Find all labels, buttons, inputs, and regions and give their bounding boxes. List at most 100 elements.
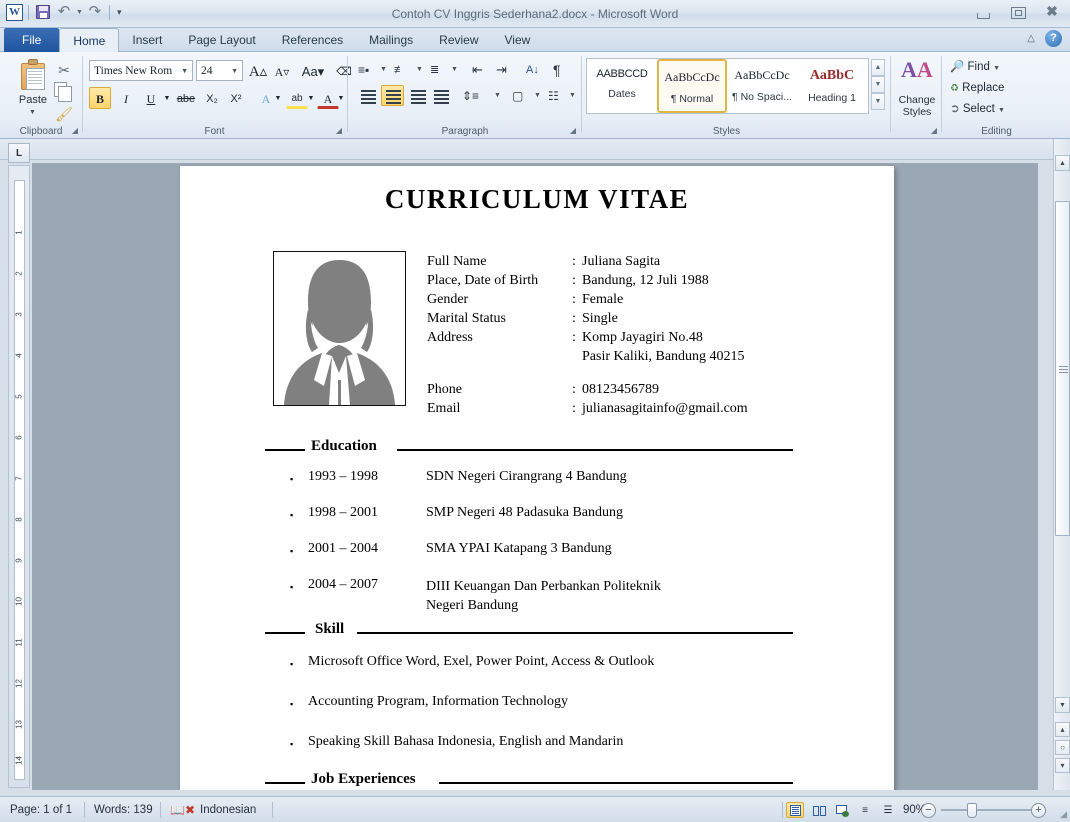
clipboard-dialog-launcher[interactable]: ◢: [70, 126, 80, 136]
select-button[interactable]: ➲ Select ▼: [950, 100, 1005, 118]
help-icon[interactable]: ?: [1045, 30, 1062, 47]
proofing-errors-icon[interactable]: 📖✖: [170, 797, 195, 822]
tab-file[interactable]: File: [4, 28, 60, 52]
line-spacing-dropdown-icon[interactable]: ▼: [494, 86, 504, 106]
scrollbar-thumb[interactable]: [1055, 201, 1070, 536]
scroll-up-button[interactable]: ▲: [1055, 155, 1070, 171]
customize-quick-access-icon[interactable]: ▾: [115, 7, 124, 18]
collapse-ribbon-icon[interactable]: △: [1027, 33, 1035, 44]
tab-insert[interactable]: Insert: [119, 28, 175, 52]
numbering-icon[interactable]: ≢: [394, 60, 415, 80]
style-item-heading-1[interactable]: AaBbC Heading 1: [797, 59, 867, 113]
outline-view-button[interactable]: ≡: [856, 802, 874, 818]
line-spacing-icon[interactable]: ⇕≡: [462, 86, 483, 106]
styles-scroll-up-icon[interactable]: ▲: [871, 59, 885, 76]
increase-indent-icon[interactable]: ⇥: [496, 60, 517, 80]
scroll-down-button[interactable]: ▼: [1055, 697, 1070, 713]
browse-object-button[interactable]: ○: [1055, 740, 1070, 755]
page-indicator[interactable]: Page: 1 of 1: [10, 797, 72, 822]
tab-references[interactable]: References: [269, 28, 356, 52]
bold-button[interactable]: B: [89, 87, 111, 109]
italic-button[interactable]: I: [115, 87, 137, 109]
zoom-in-button[interactable]: +: [1031, 803, 1046, 818]
multilevel-dropdown-icon[interactable]: ▼: [451, 60, 461, 80]
restore-button[interactable]: [1008, 4, 1028, 20]
next-page-button[interactable]: ▾: [1055, 758, 1070, 773]
find-button[interactable]: 🔎 Find ▼: [950, 58, 1000, 76]
text-effects-dropdown-icon[interactable]: ▼: [273, 87, 283, 109]
undo-icon[interactable]: ↶: [55, 3, 73, 21]
style-item-dates[interactable]: AABBCCD Dates: [587, 59, 657, 113]
numbering-dropdown-icon[interactable]: ▼: [416, 60, 426, 80]
font-name-input[interactable]: Times New Rom ▼: [89, 60, 193, 81]
tab-home[interactable]: Home: [59, 28, 120, 53]
paste-icon[interactable]: [18, 59, 48, 91]
replace-button[interactable]: ♻ Replace: [950, 79, 1004, 97]
sort-icon[interactable]: A↓: [526, 60, 547, 80]
borders-icon[interactable]: ☷: [548, 86, 569, 106]
language-indicator[interactable]: Indonesian: [200, 797, 256, 822]
align-left-icon[interactable]: [358, 86, 379, 106]
justify-icon[interactable]: [431, 86, 452, 106]
strikethrough-button[interactable]: abe: [175, 87, 197, 109]
paste-dropdown-icon[interactable]: ▼: [29, 109, 36, 116]
underline-dropdown-icon[interactable]: ▼: [162, 87, 172, 109]
grow-font-icon[interactable]: A▵: [247, 60, 269, 82]
superscript-button[interactable]: X²: [225, 87, 247, 109]
align-right-icon[interactable]: [408, 86, 429, 106]
styles-more-icon[interactable]: ▼: [871, 93, 885, 110]
paragraph-dialog-launcher[interactable]: ◢: [568, 126, 578, 136]
chevron-down-icon[interactable]: ▼: [231, 61, 238, 82]
tab-mailings[interactable]: Mailings: [356, 28, 426, 52]
font-size-input[interactable]: 24 ▼: [196, 60, 243, 81]
font-color-dropdown-icon[interactable]: ▼: [336, 87, 346, 109]
chevron-down-icon[interactable]: ▼: [181, 61, 188, 82]
cut-icon[interactable]: ✂: [54, 60, 74, 80]
highlight-icon[interactable]: ab: [286, 87, 308, 109]
tab-stop-selector[interactable]: L: [8, 143, 30, 163]
tab-view[interactable]: View: [492, 28, 544, 52]
shrink-font-icon[interactable]: A▿: [271, 60, 293, 82]
close-button[interactable]: ✖: [1042, 4, 1062, 20]
font-dialog-launcher[interactable]: ◢: [334, 126, 344, 136]
show-formatting-marks-icon[interactable]: ¶: [553, 60, 574, 80]
redo-icon[interactable]: ↷: [86, 3, 104, 21]
shading-dropdown-icon[interactable]: ▼: [534, 86, 544, 106]
select-dropdown-icon[interactable]: ▼: [998, 107, 1005, 114]
resize-grip[interactable]: ◢: [1060, 809, 1067, 820]
shading-icon[interactable]: ▢: [512, 86, 533, 106]
save-icon[interactable]: [34, 3, 52, 21]
zoom-slider-knob[interactable]: [967, 803, 977, 818]
highlight-dropdown-icon[interactable]: ▼: [306, 87, 316, 109]
document-canvas[interactable]: CURRICULUM VITAE Full Name: Juliana Sag…: [32, 163, 1038, 790]
format-painter-icon[interactable]: 🖌: [54, 104, 74, 124]
style-item-normal[interactable]: AaBbCcDc ¶ Normal: [657, 59, 727, 113]
copy-icon[interactable]: [54, 82, 74, 102]
borders-dropdown-icon[interactable]: ▼: [569, 86, 579, 106]
underline-button[interactable]: U: [140, 87, 162, 109]
full-screen-reading-view-button[interactable]: [810, 802, 828, 818]
word-logo-icon[interactable]: W: [6, 3, 23, 21]
bullets-icon[interactable]: ≡▪: [358, 60, 379, 80]
paste-button-label[interactable]: Paste: [10, 94, 56, 106]
vertical-ruler[interactable]: 1 2 3 4 5 6 7 8 9 10 11 12 13 14: [8, 165, 30, 788]
decrease-indent-icon[interactable]: ⇤: [472, 60, 493, 80]
tab-page-layout[interactable]: Page Layout: [175, 28, 268, 52]
undo-dropdown-icon[interactable]: ▼: [76, 9, 83, 16]
change-styles-dialog-launcher[interactable]: ◢: [929, 126, 939, 136]
multilevel-list-icon[interactable]: ≣: [430, 60, 451, 80]
tab-review[interactable]: Review: [426, 28, 491, 52]
photo-placeholder[interactable]: [273, 251, 406, 406]
web-layout-view-button[interactable]: [833, 802, 851, 818]
print-layout-view-button[interactable]: [786, 802, 804, 818]
change-styles-icon[interactable]: AA: [901, 57, 933, 83]
document-page[interactable]: CURRICULUM VITAE Full Name: Juliana Sag…: [180, 166, 894, 790]
zoom-level[interactable]: 90%: [880, 797, 926, 822]
change-case-icon[interactable]: Aa▾: [298, 60, 328, 82]
subscript-button[interactable]: X₂: [201, 87, 223, 109]
styles-scroll-down-icon[interactable]: ▼: [871, 76, 885, 93]
horizontal-ruler[interactable]: 2 1 1 2 3 4 5 6 7 8 9 10 11 12 13 14 15 …: [0, 139, 1070, 303]
align-center-button[interactable]: [381, 85, 404, 106]
previous-page-button[interactable]: ▴: [1055, 722, 1070, 737]
style-item-no-spacing[interactable]: AaBbCcDc ¶ No Spaci...: [727, 59, 797, 113]
